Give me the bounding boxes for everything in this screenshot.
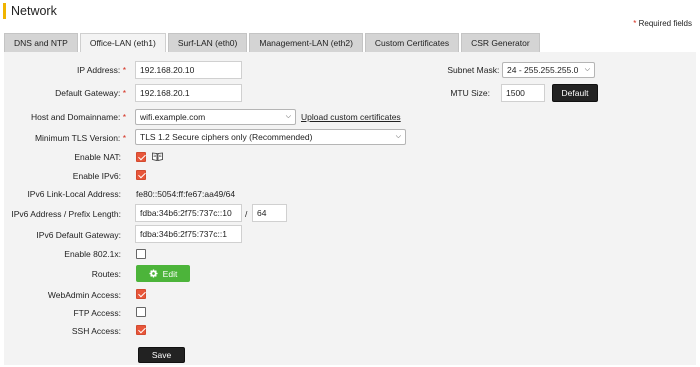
ipv6-prefix-input[interactable]: 64	[252, 204, 287, 222]
ipv6-link-local-value: fe80::5054:ff:fe67:aa49/64	[136, 189, 236, 199]
routes-label: Routes:	[91, 269, 121, 279]
default-gateway-input[interactable]: 192.168.20.1	[135, 84, 242, 102]
host-domainname-label: Host and Domainname: *	[31, 112, 126, 122]
webadmin-access-label: WebAdmin Access:	[47, 290, 121, 300]
tab-office-lan[interactable]: Office-LAN (eth1)	[79, 33, 166, 52]
chevron-down-icon: ⌵	[395, 133, 401, 140]
enable-nat-label: Enable NAT:	[74, 152, 121, 162]
enable-ipv6-label: Enable IPv6:	[72, 171, 121, 181]
subnet-mask-select[interactable]: 24 - 255.255.255.0 ⌵	[502, 62, 595, 78]
ssh-access-label: SSH Access:	[71, 326, 121, 336]
tab-bar: DNS and NTP Office-LAN (eth1) Surf-LAN (…	[4, 33, 542, 52]
network-settings-panel: IP Address: * 192.168.20.10 Subnet Mask:…	[4, 52, 696, 365]
prefix-separator: /	[245, 209, 248, 219]
ipv6-gateway-input[interactable]: fdba:34b6:2f75:737c::1	[135, 225, 242, 243]
page-header: Network	[3, 2, 57, 20]
ipv6-link-local-label: IPv6 Link-Local Address:	[27, 189, 121, 199]
tab-surf-lan[interactable]: Surf-LAN (eth0)	[167, 33, 248, 52]
gear-icon	[149, 269, 158, 278]
mtu-size-label: MTU Size:	[450, 88, 490, 98]
min-tls-label: Minimum TLS Version: *	[34, 133, 126, 143]
ftp-access-checkbox[interactable]	[136, 307, 146, 317]
mtu-default-button[interactable]: Default	[552, 84, 598, 102]
required-fields-note: * Required fields	[633, 19, 692, 28]
default-gateway-label: Default Gateway: *	[55, 88, 126, 98]
mtu-size-input[interactable]: 1500	[501, 84, 545, 102]
enable-8021x-checkbox[interactable]	[136, 249, 146, 259]
tab-dns-ntp[interactable]: DNS and NTP	[4, 33, 78, 52]
book-icon[interactable]	[152, 152, 163, 161]
ssh-access-checkbox[interactable]	[136, 325, 146, 335]
ftp-access-label: FTP Access:	[73, 308, 121, 318]
chevron-down-icon: ⌵	[285, 113, 291, 120]
chevron-down-icon: ⌵	[584, 66, 590, 73]
ip-address-label: IP Address: *	[76, 65, 126, 75]
routes-edit-button[interactable]: Edit	[136, 265, 190, 282]
ipv6-gateway-label: IPv6 Default Gateway:	[36, 230, 121, 240]
enable-ipv6-checkbox[interactable]	[136, 170, 146, 180]
host-domainname-select[interactable]: wifi.example.com ⌵	[135, 109, 296, 125]
enable-nat-checkbox[interactable]	[136, 152, 146, 162]
webadmin-access-checkbox[interactable]	[136, 289, 146, 299]
tab-csr-generator[interactable]: CSR Generator	[461, 33, 540, 52]
min-tls-select[interactable]: TLS 1.2 Secure ciphers only (Recommended…	[135, 129, 406, 145]
ipv6-prefix-label: IPv6 Address / Prefix Length:	[11, 209, 121, 219]
ipv6-address-input[interactable]: fdba:34b6:2f75:737c::10	[135, 204, 242, 222]
save-button[interactable]: Save	[138, 347, 185, 363]
tab-management-lan[interactable]: Management-LAN (eth2)	[249, 33, 363, 52]
subnet-mask-label: Subnet Mask: *	[447, 65, 505, 75]
title-accent-bar	[3, 3, 6, 19]
tab-custom-certificates[interactable]: Custom Certificates	[364, 33, 460, 52]
enable-8021x-label: Enable 802.1x:	[64, 249, 121, 259]
page-title: Network	[11, 4, 57, 18]
ip-address-input[interactable]: 192.168.20.10	[135, 61, 242, 79]
upload-certificates-link[interactable]: Upload custom certificates	[301, 112, 401, 122]
